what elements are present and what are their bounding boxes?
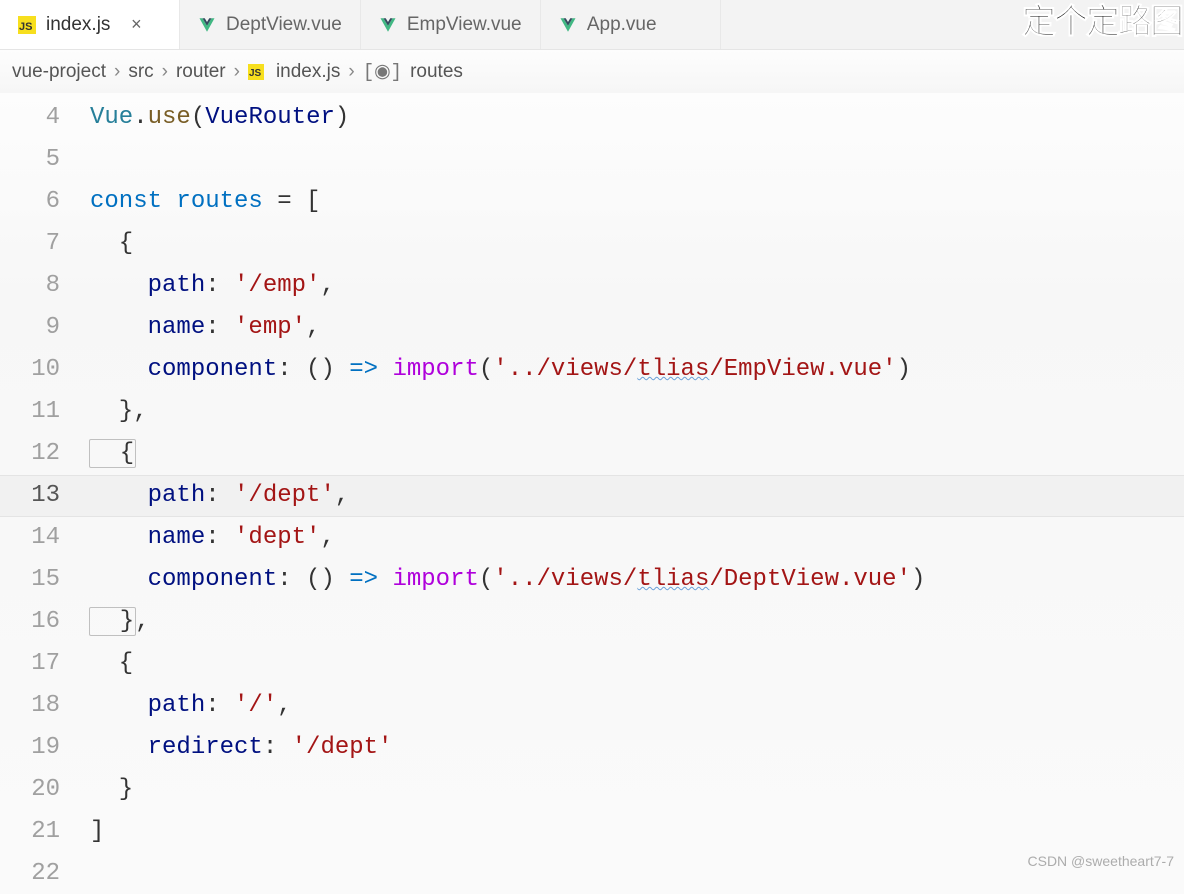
breadcrumb-item[interactable]: router xyxy=(176,61,226,83)
vue-icon xyxy=(559,16,577,34)
watermark: CSDN @sweetheart7-7 xyxy=(1028,853,1175,869)
js-icon: JS xyxy=(18,16,36,34)
breadcrumb-item[interactable]: index.js xyxy=(276,61,340,83)
line-gutter: 45678910111213141516171819202122 xyxy=(0,93,90,894)
tab-deptview[interactable]: DeptView.vue xyxy=(180,0,361,49)
tab-label: App.vue xyxy=(587,14,657,36)
chevron-right-icon: › xyxy=(162,61,168,83)
vue-icon xyxy=(198,16,216,34)
tab-bar: JS index.js × DeptView.vue EmpView.vue A… xyxy=(0,0,1184,50)
overlay-text: 定个定路图 xyxy=(1022,0,1182,43)
tab-label: index.js xyxy=(46,14,110,36)
chevron-right-icon: › xyxy=(234,61,240,83)
js-icon: JS xyxy=(248,64,264,80)
breadcrumb-item[interactable]: src xyxy=(128,61,153,83)
code-content[interactable]: Vue.use(VueRouter) const routes = [ { pa… xyxy=(90,93,925,894)
breadcrumb: vue-project › src › router › JS index.js… xyxy=(0,50,1184,93)
tab-appvue[interactable]: App.vue xyxy=(541,0,721,49)
chevron-right-icon: › xyxy=(348,61,354,83)
breadcrumb-item[interactable]: routes xyxy=(410,61,463,83)
vue-icon xyxy=(379,16,397,34)
close-icon[interactable]: × xyxy=(128,14,144,35)
chevron-right-icon: › xyxy=(114,61,120,83)
symbol-icon: [◉] xyxy=(363,60,402,83)
tab-empview[interactable]: EmpView.vue xyxy=(361,0,541,49)
breadcrumb-item[interactable]: vue-project xyxy=(12,61,106,83)
tab-label: DeptView.vue xyxy=(226,14,342,36)
code-editor[interactable]: 45678910111213141516171819202122 Vue.use… xyxy=(0,93,1184,894)
tab-label: EmpView.vue xyxy=(407,14,522,36)
tab-index-js[interactable]: JS index.js × xyxy=(0,0,180,49)
